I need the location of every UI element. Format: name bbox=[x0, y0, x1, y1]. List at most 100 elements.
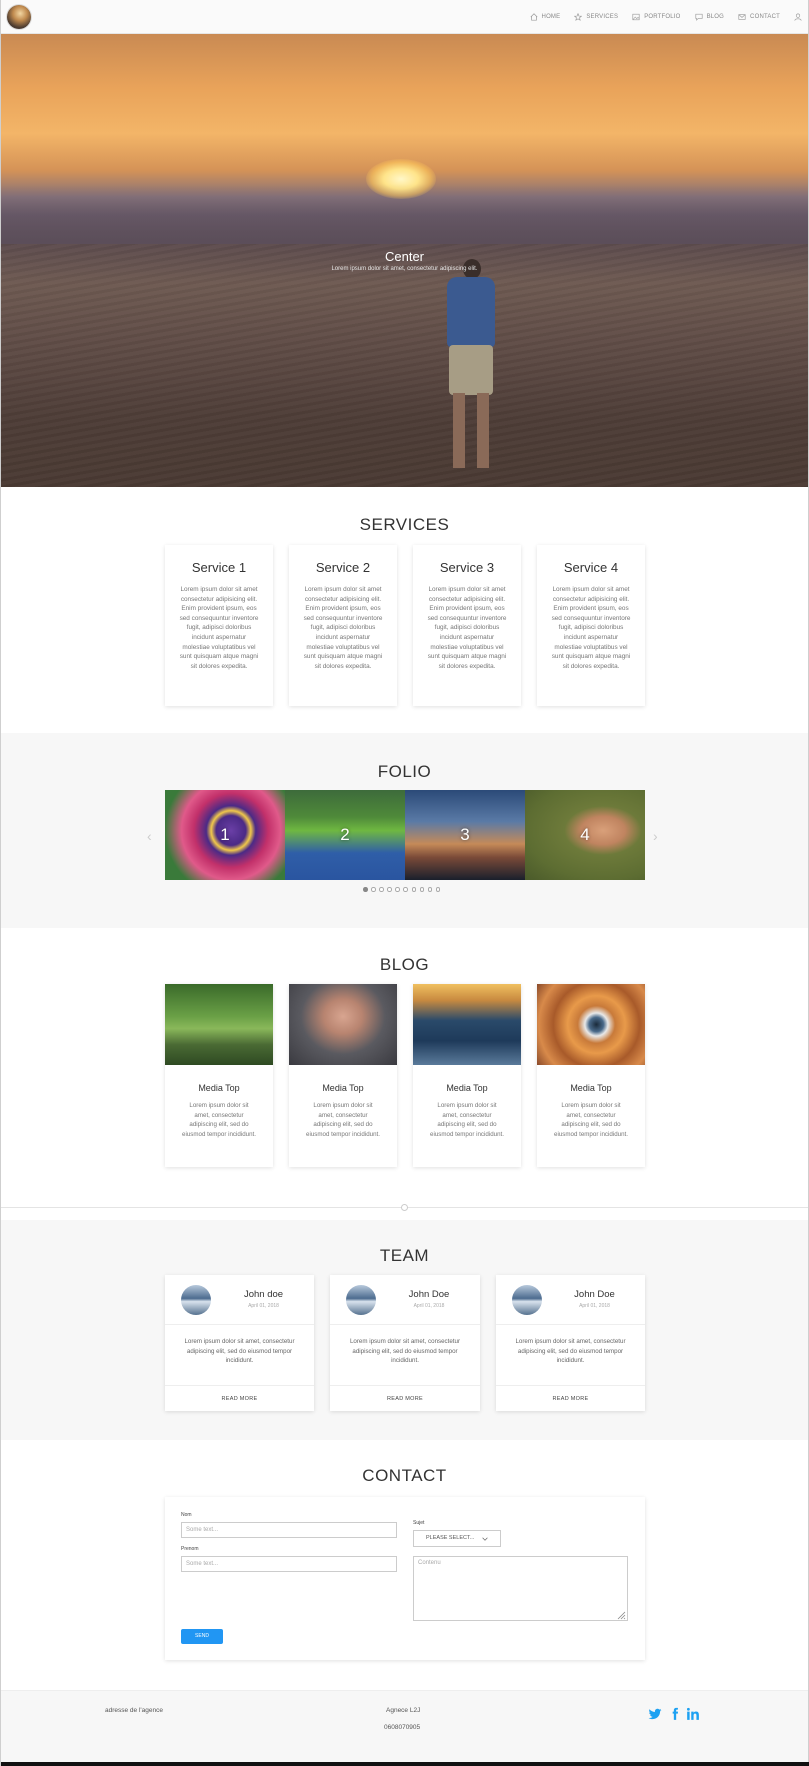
team-card: John Doe April 01, 2018 Lorem ipsum dolo… bbox=[330, 1275, 480, 1411]
service-title: Service 4 bbox=[563, 560, 619, 575]
service-card: Service 3 Lorem ipsum dolor sit amet con… bbox=[413, 545, 521, 706]
hero-banner: Center Lorem ipsum dolor sit amet, conse… bbox=[1, 34, 808, 487]
carousel-slide[interactable]: 1 bbox=[165, 790, 285, 880]
team-member-text: Lorem ipsum dolor sit amet, consectetur … bbox=[184, 1338, 295, 1365]
contact-title: CONTACT bbox=[362, 1466, 447, 1485]
nom-input[interactable]: Some text... bbox=[181, 1522, 397, 1538]
blog-card[interactable]: Media Top Lorem ipsum dolor sit amet, co… bbox=[165, 984, 273, 1167]
nav-item-contact-label: CONTACT bbox=[750, 14, 780, 20]
service-title: Service 2 bbox=[315, 560, 371, 575]
service-card: Service 2 Lorem ipsum dolor sit amet con… bbox=[289, 545, 397, 706]
team-member-text: Lorem ipsum dolor sit amet, consectetur … bbox=[349, 1338, 461, 1365]
blog-post-title: Media Top bbox=[198, 1083, 240, 1093]
avatar bbox=[346, 1285, 376, 1315]
facebook-icon[interactable] bbox=[668, 1707, 682, 1721]
team-title: TEAM bbox=[379, 1246, 430, 1265]
blog-image bbox=[537, 984, 645, 1065]
prenom-label: Prenom bbox=[181, 1546, 199, 1552]
team-card: John doe April 01, 2018 Lorem ipsum dolo… bbox=[165, 1275, 314, 1411]
services-title: SERVICES bbox=[359, 515, 450, 534]
nav-item-contact[interactable]: CONTACT bbox=[738, 13, 780, 21]
carousel-dot[interactable] bbox=[403, 887, 408, 892]
service-title: Service 3 bbox=[439, 560, 495, 575]
carousel-slide[interactable]: 3 bbox=[405, 790, 525, 880]
linkedin-icon[interactable] bbox=[686, 1707, 700, 1721]
carousel-dot[interactable] bbox=[419, 887, 425, 892]
image-icon bbox=[632, 13, 640, 21]
send-button[interactable]: SEND bbox=[181, 1629, 223, 1644]
blog-post-title: Media Top bbox=[322, 1083, 364, 1093]
carousel-dot[interactable] bbox=[435, 887, 441, 892]
blog-image bbox=[289, 984, 397, 1065]
folio-title: FOLIO bbox=[377, 762, 432, 781]
sujet-label: Sujet bbox=[413, 1520, 425, 1526]
team-card-header: John Doe April 01, 2018 bbox=[330, 1275, 480, 1325]
carousel-dot[interactable] bbox=[427, 887, 433, 892]
chevron-left-icon[interactable]: ‹ bbox=[147, 828, 152, 844]
nom-label: Nom bbox=[181, 1512, 192, 1518]
carousel-dot[interactable] bbox=[387, 887, 392, 892]
blog-card[interactable]: Media Top Lorem ipsum dolor sit amet, co… bbox=[537, 984, 645, 1167]
team-member-date: April 01, 2018 bbox=[248, 1303, 279, 1309]
slide-number: 1 bbox=[220, 825, 230, 844]
contenu-textarea[interactable]: Contenu bbox=[413, 1556, 628, 1621]
carousel-dot[interactable] bbox=[411, 887, 417, 892]
service-text: Lorem ipsum dolor sit amet consectetur a… bbox=[179, 586, 259, 670]
team-member-date: April 01, 2018 bbox=[413, 1303, 445, 1309]
team-card: John Doe April 01, 2018 Lorem ipsum dolo… bbox=[496, 1275, 645, 1411]
blog-post-text: Lorem ipsum dolor sit amet, consectetur … bbox=[430, 1102, 504, 1138]
carousel-dot[interactable] bbox=[371, 887, 376, 892]
chevron-down-icon bbox=[482, 1537, 488, 1541]
hero-mountains bbox=[1, 184, 808, 244]
site-logo[interactable] bbox=[7, 5, 31, 29]
read-more-button[interactable]: READ MORE bbox=[496, 1385, 645, 1411]
chevron-right-icon[interactable]: › bbox=[653, 828, 658, 844]
nav-item-portfolio[interactable]: PORTFOLIO bbox=[632, 13, 680, 21]
slide-number: 3 bbox=[460, 825, 470, 844]
read-more-button[interactable]: READ MORE bbox=[330, 1385, 480, 1411]
blog-post-title: Media Top bbox=[446, 1083, 488, 1093]
user-icon[interactable] bbox=[794, 13, 802, 21]
team-card-header: John Doe April 01, 2018 bbox=[496, 1275, 645, 1325]
carousel-slide[interactable]: 2 bbox=[285, 790, 405, 880]
carousel-dot[interactable] bbox=[363, 887, 368, 892]
team-member-name: John doe bbox=[243, 1289, 284, 1300]
sujet-select-value: PLEASE SELECT... bbox=[426, 1535, 475, 1541]
blog-card[interactable]: Media Top Lorem ipsum dolor sit amet, co… bbox=[413, 984, 521, 1167]
carousel-dots bbox=[363, 887, 441, 892]
team-member-name: John Doe bbox=[408, 1289, 450, 1300]
nav-item-services-label: SERVICES bbox=[586, 14, 619, 20]
star-icon bbox=[574, 13, 583, 21]
blog-post-text: Lorem ipsum dolor sit amet, consectetur … bbox=[182, 1102, 256, 1138]
resize-handle-icon[interactable] bbox=[616, 1610, 626, 1620]
service-text: Lorem ipsum dolor sit amet consectetur a… bbox=[303, 586, 383, 670]
divider-ornament bbox=[401, 1204, 408, 1211]
hero-title: Center bbox=[384, 249, 425, 264]
nav-item-blog[interactable]: BLOG bbox=[695, 13, 724, 21]
home-icon bbox=[530, 13, 537, 21]
carousel-dot[interactable] bbox=[395, 887, 400, 892]
read-more-button[interactable]: READ MORE bbox=[165, 1385, 314, 1411]
os-taskbar bbox=[1, 1762, 809, 1766]
team-member-date: April 01, 2018 bbox=[579, 1303, 610, 1309]
nav-links: HOME SERVICES PORTFOLIO BLOG CONTACT bbox=[530, 0, 802, 34]
team-member-name: John Doe bbox=[574, 1289, 615, 1300]
blog-card[interactable]: Media Top Lorem ipsum dolor sit amet, co… bbox=[289, 984, 397, 1167]
hero-ground bbox=[1, 244, 808, 487]
hero-photographer bbox=[441, 259, 501, 479]
carousel-slide[interactable]: 4 bbox=[525, 790, 645, 880]
nav-item-home[interactable]: HOME bbox=[530, 13, 561, 21]
avatar bbox=[181, 1285, 211, 1315]
blog-post-text: Lorem ipsum dolor sit amet, consectetur … bbox=[306, 1102, 380, 1138]
service-card: Service 4 Lorem ipsum dolor sit amet con… bbox=[537, 545, 645, 706]
blog-title: BLOG bbox=[379, 955, 430, 974]
prenom-input[interactable]: Some text... bbox=[181, 1556, 397, 1572]
nav-item-services[interactable]: SERVICES bbox=[574, 13, 618, 21]
avatar bbox=[512, 1285, 542, 1315]
service-text: Lorem ipsum dolor sit amet consectetur a… bbox=[551, 586, 631, 670]
sujet-select[interactable]: PLEASE SELECT... bbox=[413, 1530, 501, 1547]
twitter-icon[interactable] bbox=[648, 1707, 662, 1721]
top-navbar: HOME SERVICES PORTFOLIO BLOG CONTACT bbox=[1, 0, 808, 34]
mail-icon bbox=[738, 14, 746, 20]
carousel-dot[interactable] bbox=[379, 887, 384, 892]
